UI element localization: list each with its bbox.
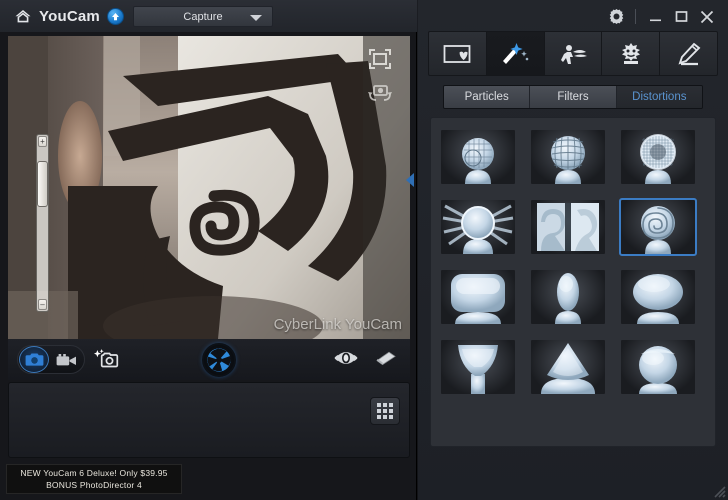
chevron-left-icon [406,173,414,187]
tab-frames[interactable] [429,32,487,75]
window-controls [603,6,720,27]
video-preview[interactable]: + – CyberLink YouCam [8,36,410,339]
zoom-in-button[interactable]: + [38,136,47,147]
effect-wide-stretch[interactable] [619,268,697,326]
collapse-panel-button[interactable] [404,160,416,200]
youcam-window: YouCam Capture + – CyberLink YouCam NEW … [0,0,728,500]
shutter-button[interactable] [202,343,236,377]
watermark: CyberLink YouCam [273,316,402,333]
effect-cone-head[interactable] [529,338,607,396]
effect-wide-flatten[interactable] [439,268,517,326]
minimize-icon[interactable] [642,6,668,27]
effect-grid-bulge[interactable] [529,128,607,186]
effect-split-mirror[interactable] [529,198,607,256]
effect-swirl-twirl[interactable] [619,198,697,256]
tab-filters[interactable]: Filters [530,86,617,108]
capture-toolbar [8,339,410,380]
chevron-down-icon [250,15,262,21]
upgrade-arrow-icon[interactable] [106,7,124,25]
effect-funnel[interactable] [439,338,517,396]
capture-dropdown-label: Capture [183,10,223,23]
maximize-icon[interactable] [668,6,694,27]
tab-effects[interactable] [486,32,545,75]
tab-draw[interactable] [660,32,717,75]
webcam-feed [8,36,410,339]
photo-mode-button[interactable] [19,346,49,373]
effect-category-toolbar [428,31,718,76]
rotate-camera-icon[interactable] [367,81,393,108]
tab-scenes[interactable] [602,32,661,75]
gear-icon[interactable] [603,6,629,27]
close-icon[interactable] [694,6,720,27]
tab-particles[interactable]: Particles [444,86,531,108]
effect-bulge-sphere[interactable] [619,338,697,396]
shutter-aperture-icon [205,346,233,374]
effects-panel [430,117,716,447]
video-camera-icon [56,353,76,365]
right-pane: Particles Filters Distortions [418,0,728,500]
fullscreen-icon[interactable] [368,48,392,75]
effects-grid [439,128,697,396]
capture-dropdown[interactable]: Capture [133,6,273,27]
promo-banner[interactable]: NEW YouCam 6 Deluxe! Only $39.95 BONUS P… [6,464,182,494]
eraser-icon[interactable] [376,351,396,371]
home-icon[interactable] [14,8,32,24]
effect-fine-mesh-glow[interactable] [619,128,697,186]
promo-line-1: NEW YouCam 6 Deluxe! Only $39.95 [20,468,168,478]
promo-line-2: BONUS PhotoDirector 4 [46,480,142,490]
effect-mesh-sphere[interactable] [439,128,517,186]
effect-narrow-squeeze[interactable] [529,268,607,326]
effect-starburst[interactable] [439,198,517,256]
app-title: YouCam [39,7,100,25]
camera-icon [25,353,43,366]
zoom-out-button[interactable]: – [38,299,47,310]
grid-glyph [377,403,393,419]
tab-avatars[interactable] [545,32,603,75]
eye-icon[interactable] [334,351,358,370]
tab-distortions[interactable]: Distortions [616,86,702,108]
video-mode-button[interactable] [49,353,84,367]
zoom-slider[interactable]: + – [36,134,49,312]
captured-media-gallery[interactable] [8,382,410,458]
burst-capture-icon[interactable] [94,349,120,374]
grid-view-icon[interactable] [370,397,400,425]
zoom-slider-thumb[interactable] [37,161,48,207]
effect-subtabs: Particles Filters Distortions [443,85,703,109]
divider [635,9,636,24]
left-pane: YouCam Capture + – CyberLink YouCam NEW … [0,0,417,500]
resize-grip[interactable] [710,482,726,498]
capture-mode-toggle[interactable] [17,345,85,374]
